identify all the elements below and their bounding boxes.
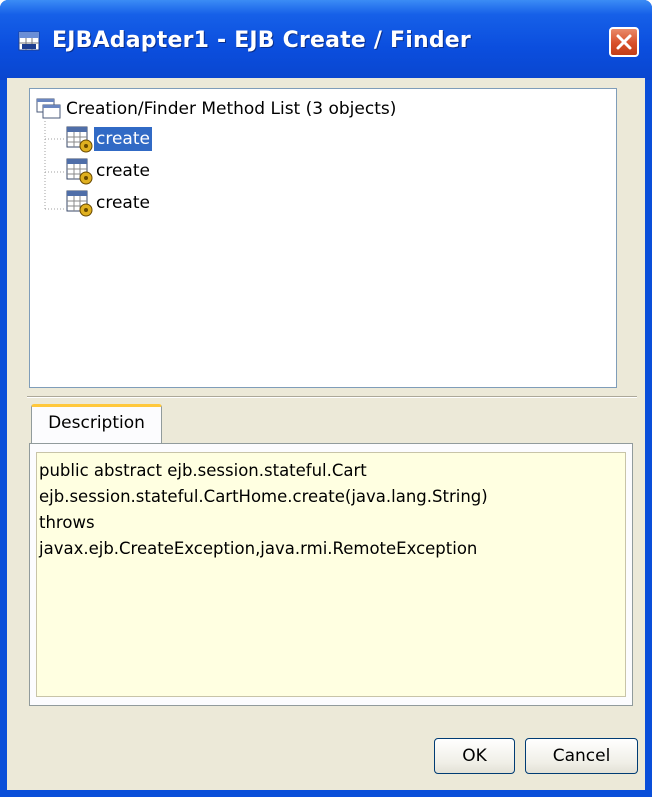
description-panel: public abstract ejb.session.stateful.Car… (29, 443, 633, 706)
close-icon (616, 34, 632, 50)
close-button[interactable] (609, 27, 639, 57)
description-text-area[interactable]: public abstract ejb.session.stateful.Car… (36, 452, 626, 697)
tree-item-create-3[interactable]: create (66, 189, 152, 217)
tree-item-create-2[interactable]: create (66, 157, 152, 185)
windows-stack-icon (36, 98, 61, 119)
dialog-body: Creation/Finder Method List (3 objects) … (7, 78, 645, 790)
tree-root-label: Creation/Finder Method List (3 objects) (66, 99, 397, 119)
tab-description-label: Description (48, 413, 145, 433)
tree-item-label: create (94, 127, 152, 151)
tree-item-label: create (96, 193, 150, 213)
method-gear-icon (66, 158, 93, 185)
dialog-window: EJBAdapter1 - EJB Create / Finder Creati… (0, 0, 652, 797)
tree-item-create-1[interactable]: create (66, 125, 152, 153)
method-gear-icon (66, 190, 93, 217)
description-line: ejb.session.stateful.CartHome.create(jav… (39, 487, 488, 506)
tab-description[interactable]: Description (31, 404, 162, 444)
tree-item-label: create (96, 161, 150, 181)
splitter[interactable] (27, 396, 637, 398)
method-tree[interactable]: Creation/Finder Method List (3 objects) … (29, 88, 617, 388)
cancel-button[interactable]: Cancel (525, 738, 638, 774)
description-line: public abstract ejb.session.stateful.Car… (39, 461, 367, 480)
description-line: javax.ejb.CreateException,java.rmi.Remot… (39, 539, 478, 558)
method-gear-icon (66, 126, 93, 153)
tree-root[interactable]: Creation/Finder Method List (3 objects) (36, 97, 396, 121)
ejb-icon (18, 30, 40, 52)
ok-button[interactable]: OK (434, 738, 515, 774)
description-line: throws (39, 513, 95, 532)
title-bar[interactable]: EJBAdapter1 - EJB Create / Finder (0, 0, 652, 80)
window-title: EJBAdapter1 - EJB Create / Finder (52, 28, 471, 53)
